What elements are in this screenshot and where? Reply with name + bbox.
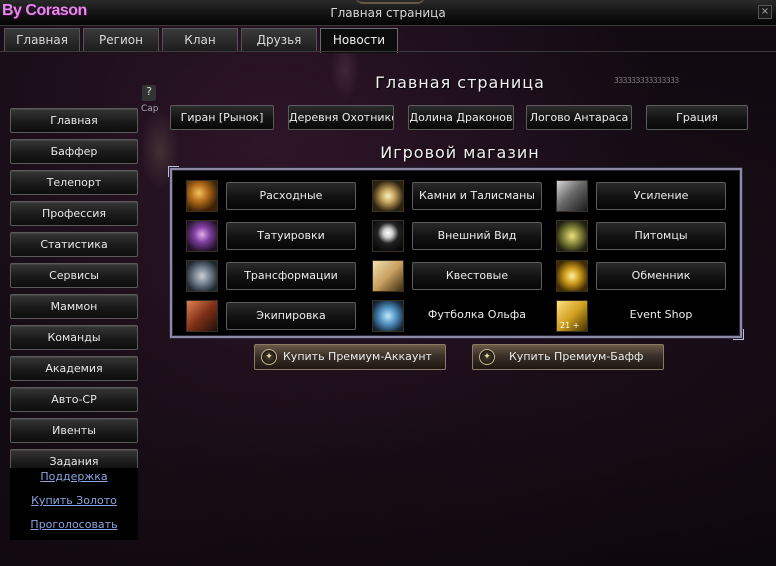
- gems-icon[interactable]: [372, 180, 404, 212]
- shop-equipment-button[interactable]: Экипировка: [226, 302, 356, 330]
- tab-region[interactable]: Регион: [83, 28, 159, 52]
- shop-tattoo-button[interactable]: Татуировки: [226, 222, 356, 250]
- shop-exchange-button[interactable]: Обменник: [596, 262, 726, 290]
- shop-item: Татуировки: [186, 220, 356, 252]
- tab-news[interactable]: Новости: [320, 28, 398, 53]
- menu-events-button[interactable]: Ивенты: [10, 418, 138, 443]
- buy-premium-account-button[interactable]: ✦ Купить Премиум-Аккаунт: [254, 344, 446, 370]
- shop-item: Экипировка: [186, 300, 356, 332]
- tattoo-icon[interactable]: [186, 220, 218, 252]
- menu-mammon-button[interactable]: Маммон: [10, 294, 138, 319]
- shop-item: Расходные: [186, 180, 356, 212]
- shop-panel: Расходные Камни и Талисманы Усиление Тат…: [168, 166, 744, 340]
- buy-gold-link[interactable]: Купить Золото: [10, 492, 138, 516]
- vote-link[interactable]: Проголосовать: [10, 516, 138, 540]
- shop-gems-button[interactable]: Камни и Талисманы: [412, 182, 542, 210]
- buy-premium-account-label: Купить Премиум-Аккаунт: [283, 350, 432, 363]
- tab-divider: [0, 51, 776, 52]
- shop-consumables-button[interactable]: Расходные: [226, 182, 356, 210]
- shop-item: Футболка Ольфа: [372, 300, 542, 332]
- tab-bar: Главная Регион Клан Друзья Новости: [4, 28, 398, 53]
- tab-friends[interactable]: Друзья: [241, 28, 317, 52]
- title-bar: By Corason Главная страница ×: [0, 0, 776, 26]
- shirt-icon[interactable]: [372, 300, 404, 332]
- exchange-icon[interactable]: [556, 260, 588, 292]
- menu-academy-button[interactable]: Академия: [10, 356, 138, 381]
- shop-item: Питомцы: [556, 220, 726, 252]
- support-link[interactable]: Поддержка: [10, 468, 138, 492]
- shop-item: Обменник: [556, 260, 726, 292]
- shop-title: Игровой магазин: [380, 143, 540, 162]
- menu-commands-button[interactable]: Команды: [10, 325, 138, 350]
- menu-profession-button[interactable]: Профессия: [10, 201, 138, 226]
- location-gracia-button[interactable]: Грация: [646, 105, 748, 130]
- shop-item: Квестовые: [372, 260, 542, 292]
- appearance-icon[interactable]: [372, 220, 404, 252]
- premium-icon: ✦: [479, 349, 495, 365]
- transform-icon[interactable]: [186, 260, 218, 292]
- enhance-icon[interactable]: [556, 180, 588, 212]
- tab-home[interactable]: Главная: [4, 28, 80, 52]
- buy-premium-buff-button[interactable]: ✦ Купить Премиум-Бафф: [472, 344, 664, 370]
- shop-olf-shirt-label[interactable]: Футболка Ольфа: [412, 302, 542, 330]
- quest-icon[interactable]: [372, 260, 404, 292]
- shop-enhance-button[interactable]: Усиление: [596, 182, 726, 210]
- menu-services-button[interactable]: Сервисы: [10, 263, 138, 288]
- shop-item: Трансформации: [186, 260, 356, 292]
- equipment-icon[interactable]: [186, 300, 218, 332]
- menu-buffer-button[interactable]: Баффер: [10, 139, 138, 164]
- shop-appearance-button[interactable]: Внешний Вид: [412, 222, 542, 250]
- menu-home-button[interactable]: Главная: [10, 108, 138, 133]
- location-antharas-lair-button[interactable]: Логово Антараса: [526, 105, 632, 130]
- close-icon[interactable]: ×: [758, 5, 772, 19]
- shop-item: 21 + Event Shop: [556, 300, 726, 332]
- pets-icon[interactable]: [556, 220, 588, 252]
- tab-clan[interactable]: Клан: [162, 28, 238, 52]
- location-hunters-village-button[interactable]: Деревня Охотников: [288, 105, 394, 130]
- shop-item: Камни и Талисманы: [372, 180, 542, 212]
- counter-text: 333333333333333: [614, 76, 679, 85]
- shop-pets-button[interactable]: Питомцы: [596, 222, 726, 250]
- location-giran-button[interactable]: Гиран [Рынок]: [170, 105, 274, 130]
- consumables-icon[interactable]: [186, 180, 218, 212]
- shop-quest-button[interactable]: Квестовые: [412, 262, 542, 290]
- location-dragon-valley-button[interactable]: Долина Драконов: [408, 105, 514, 130]
- premium-icon: ✦: [261, 349, 277, 365]
- shop-item: Внешний Вид: [372, 220, 542, 252]
- footer-links: Поддержка Купить Золото Проголосовать: [10, 468, 138, 540]
- location-bar: Гиран [Рынок] Деревня Охотников Долина Д…: [168, 105, 752, 130]
- event-badge: 21 +: [560, 321, 580, 330]
- menu-statistics-button[interactable]: Статистика: [10, 232, 138, 257]
- menu-auto-cp-button[interactable]: Авто-СР: [10, 387, 138, 412]
- buy-premium-buff-label: Купить Премиум-Бафф: [509, 350, 644, 363]
- window-title: Главная страница: [330, 6, 446, 20]
- shop-transform-button[interactable]: Трансформации: [226, 262, 356, 290]
- event-icon[interactable]: 21 +: [556, 300, 588, 332]
- shop-item: Усиление: [556, 180, 726, 212]
- menu-teleport-button[interactable]: Телепорт: [10, 170, 138, 195]
- question-icon[interactable]: ?: [142, 85, 156, 101]
- title-ornament: [355, 0, 425, 4]
- shop-event-label[interactable]: Event Shop: [596, 302, 726, 330]
- background-nickname: Cap: [141, 104, 159, 114]
- left-menu: Главная Баффер Телепорт Профессия Статис…: [10, 108, 138, 480]
